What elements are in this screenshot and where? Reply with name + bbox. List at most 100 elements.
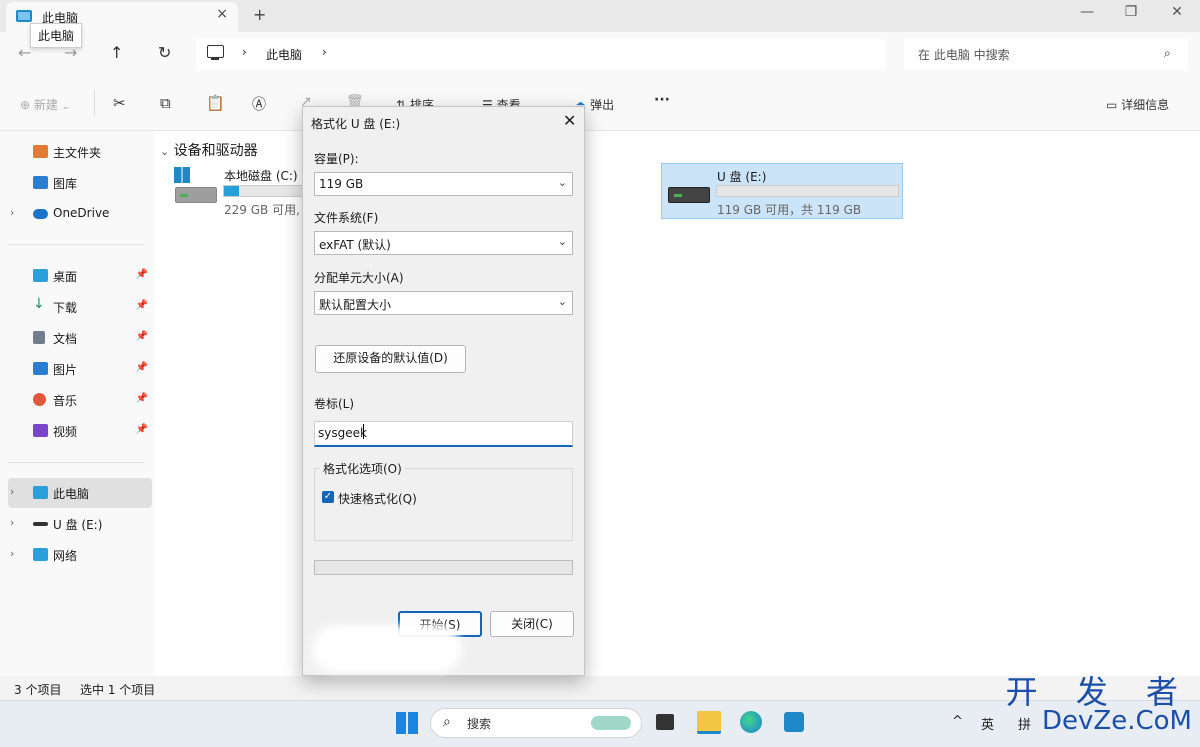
drive-usage-bar — [223, 185, 303, 197]
sidebar-item-label: U 盘 (E:) — [53, 518, 103, 532]
new-label: 新建 — [33, 98, 58, 112]
details-pane-button[interactable]: ▭ 详细信息 — [1106, 96, 1169, 113]
close-button[interactable]: 关闭(C) — [490, 611, 574, 637]
video-icon — [33, 424, 48, 437]
sidebar-item-music[interactable]: 音乐 📌 — [8, 385, 152, 415]
toolbar-divider — [94, 90, 95, 116]
task-view-icon[interactable] — [656, 714, 674, 730]
sidebar-item-usb-drive[interactable]: › U 盘 (E:) — [8, 509, 152, 539]
drive-c-tile[interactable]: 本地磁盘 (C:) 229 GB 可用, — [170, 163, 310, 219]
maximize-button[interactable]: ❐ — [1108, 4, 1154, 20]
item-count: 3 个项目 — [14, 683, 62, 697]
alloc-unit-select[interactable]: 默认配置大小 ⌄ — [314, 291, 573, 315]
pin-icon[interactable]: 📌 — [136, 269, 148, 280]
sidebar-item-pictures[interactable]: 图片 📌 — [8, 354, 152, 384]
file-explorer-icon[interactable] — [697, 711, 721, 734]
sidebar-divider — [8, 462, 144, 463]
sidebar-item-label: 网络 — [53, 549, 78, 563]
filesystem-select[interactable]: exFAT (默认) ⌄ — [314, 231, 573, 255]
gallery-icon — [33, 176, 48, 189]
search-icon[interactable]: ⌕ — [1164, 46, 1171, 61]
sidebar-item-gallery[interactable]: 图库 — [8, 168, 152, 198]
sidebar-item-this-pc[interactable]: › 此电脑 — [8, 478, 152, 508]
sidebar-item-documents[interactable]: 文档 📌 — [8, 323, 152, 353]
minimize-button[interactable]: — — [1064, 4, 1110, 20]
chevron-right-icon[interactable]: › — [10, 516, 14, 529]
sidebar-item-videos[interactable]: 视频 📌 — [8, 416, 152, 446]
taskbar-search-label: 搜索 — [467, 717, 492, 731]
volume-label-input[interactable]: sysgeek — [314, 421, 573, 447]
chevron-right-icon[interactable]: › — [10, 547, 14, 560]
store-icon[interactable] — [784, 712, 804, 732]
redaction-blur — [312, 625, 462, 673]
close-icon[interactable]: ✕ — [563, 111, 576, 130]
drive-led — [674, 194, 682, 197]
capacity-select[interactable]: 119 GB ⌄ — [314, 172, 573, 196]
drive-usage-fill — [224, 186, 240, 196]
document-icon — [33, 331, 45, 344]
sidebar-item-onedrive[interactable]: › OneDrive — [8, 199, 152, 229]
desktop-icon — [33, 269, 48, 282]
volume-label: 卷标(L) — [314, 397, 355, 411]
input-language-indicator[interactable]: 英 — [981, 714, 994, 733]
cut-icon[interactable]: ✂ — [113, 94, 126, 112]
sidebar-item-desktop[interactable]: 桌面 📌 — [8, 261, 152, 291]
breadcrumb-this-pc[interactable]: 此电脑 — [266, 46, 302, 63]
taskbar-search[interactable]: ⌕ 搜索 — [430, 708, 642, 738]
chevron-down-icon: ⌄ — [557, 176, 567, 189]
home-icon — [33, 145, 48, 158]
chevron-right-icon[interactable]: › — [242, 45, 247, 59]
usb-drive-icon — [33, 522, 48, 526]
pin-icon[interactable]: 📌 — [136, 424, 148, 435]
selected-count: 选中 1 个项目 — [80, 683, 156, 697]
tab-close-icon[interactable]: × — [216, 6, 228, 22]
dialog-title: 格式化 U 盘 (E:) — [311, 117, 401, 131]
rename-icon[interactable]: Ⓐ — [252, 94, 266, 114]
more-options-button[interactable]: ··· — [654, 92, 670, 108]
refresh-icon[interactable]: ↻ — [158, 43, 171, 62]
download-icon: ↓ — [33, 296, 45, 312]
drive-led — [180, 194, 188, 197]
sidebar-item-label: 音乐 — [53, 394, 78, 408]
chevron-right-icon[interactable]: › — [322, 45, 327, 59]
chevron-right-icon[interactable]: › — [10, 206, 14, 219]
sidebar-item-label: OneDrive — [53, 206, 110, 220]
close-window-button[interactable]: ✕ — [1154, 4, 1200, 20]
format-options-label: 格式化选项(O) — [320, 460, 405, 477]
details-pane-icon: ▭ — [1106, 98, 1118, 112]
quick-format-label[interactable]: 快速格式化(Q) — [338, 490, 417, 507]
sidebar-item-label: 视频 — [53, 425, 78, 439]
drive-name: U 盘 (E:) — [717, 170, 767, 184]
sidebar-item-downloads[interactable]: ↓ 下载 📌 — [8, 292, 152, 322]
pin-icon[interactable]: 📌 — [136, 393, 148, 404]
drive-usage-bar — [716, 185, 899, 197]
capacity-label: 容量(P): — [314, 152, 359, 166]
pin-icon[interactable]: 📌 — [136, 331, 148, 342]
drive-e-tile[interactable]: U 盘 (E:) 119 GB 可用，共 119 GB — [661, 163, 903, 219]
drive-info: 229 GB 可用, — [224, 203, 300, 217]
pin-icon[interactable]: 📌 — [136, 362, 148, 373]
sidebar-item-label: 主文件夹 — [53, 146, 102, 160]
edge-icon[interactable] — [740, 711, 762, 733]
tray-chevron-up-icon[interactable]: ^ — [952, 714, 963, 729]
chevron-right-icon[interactable]: › — [10, 485, 14, 498]
pin-icon[interactable]: 📌 — [136, 300, 148, 311]
sidebar-item-home[interactable]: 主文件夹 — [8, 137, 152, 167]
paste-icon[interactable]: 📋 — [206, 94, 225, 112]
watermark-line1: 开 发 者 — [1005, 673, 1192, 711]
quick-format-checkbox[interactable]: ✓ — [322, 491, 334, 503]
sidebar-item-network[interactable]: › 网络 — [8, 540, 152, 570]
up-arrow-icon[interactable]: ↑ — [110, 43, 123, 62]
sidebar-divider — [8, 244, 144, 245]
cloud-icon — [33, 209, 48, 219]
restore-defaults-button[interactable]: 还原设备的默认值(D) — [315, 345, 466, 373]
start-icon[interactable] — [396, 712, 418, 734]
text-caret — [363, 424, 364, 439]
new-button[interactable]: ⊕ 新建 ⌄ — [20, 96, 69, 113]
copy-icon[interactable]: ⧉ — [160, 94, 171, 112]
search-highlight-icon — [591, 716, 631, 730]
new-tab-button[interactable]: + — [253, 5, 266, 24]
chevron-down-icon: ⌄ — [160, 145, 170, 158]
capacity-value: 119 GB — [319, 177, 364, 191]
group-header[interactable]: ⌄ 设备和驱动器 — [160, 140, 258, 160]
